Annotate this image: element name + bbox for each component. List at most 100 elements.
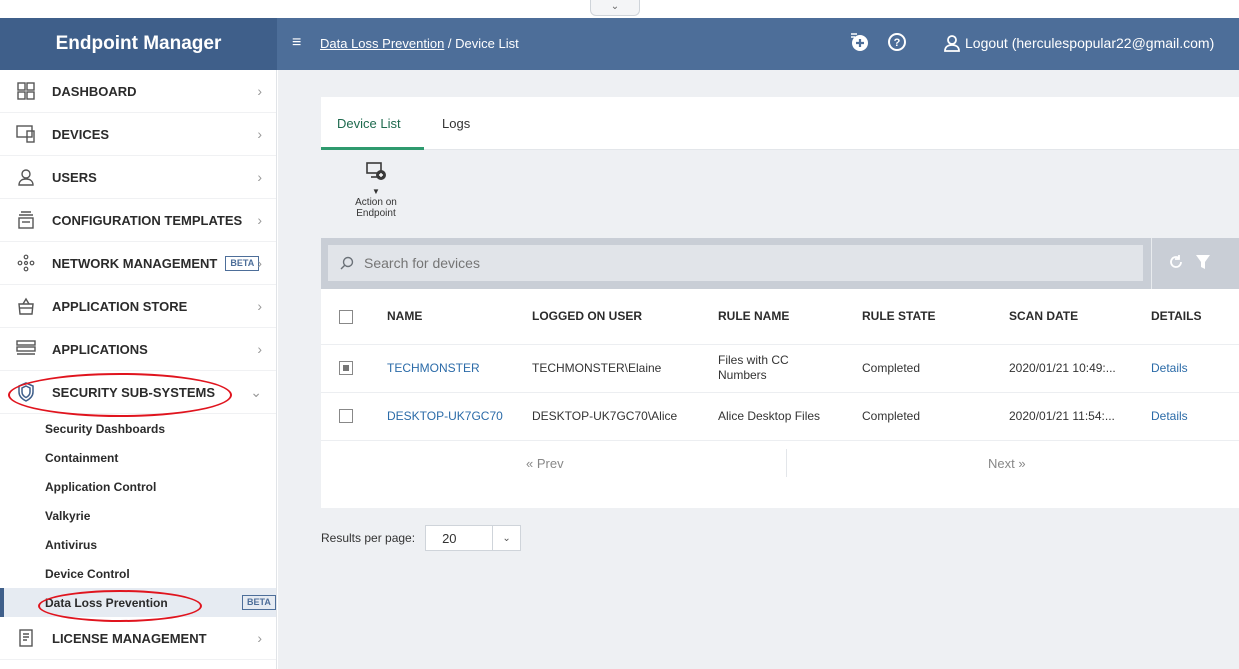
templates-icon: [16, 210, 36, 230]
sidebar-item-label: DASHBOARD: [52, 83, 137, 99]
sidebar-item-label: LICENSE MANAGEMENT: [52, 630, 207, 646]
chevron-right-icon: ›: [257, 169, 262, 185]
subitem-label: Antivirus: [45, 537, 98, 552]
results-per-page-select[interactable]: 20 ⌄: [425, 525, 522, 551]
sidebar-item-label: USERS: [52, 169, 97, 185]
chevron-right-icon: ›: [257, 83, 262, 99]
sidebar-item-application-store[interactable]: APPLICATION STORE ›: [0, 285, 276, 328]
sidebar-subitem-data-loss-prevention[interactable]: Data Loss Prevention BETA: [0, 588, 276, 617]
sidebar-item-label: APPLICATIONS: [52, 341, 148, 357]
sidebar-subitem-security-dashboards[interactable]: Security Dashboards: [0, 414, 276, 443]
add-icon[interactable]: [848, 31, 870, 53]
chevron-right-icon: ›: [257, 298, 262, 314]
column-header-logged-on-user[interactable]: LOGGED ON USER: [532, 289, 718, 345]
details-link[interactable]: Details: [1151, 392, 1239, 441]
header: Endpoint Manager ≡ Data Loss Prevention …: [0, 18, 1239, 70]
sidebar-item-network-management[interactable]: NETWORK MANAGEMENT BETA ›: [0, 242, 276, 285]
breadcrumb-link[interactable]: Data Loss Prevention: [320, 36, 444, 51]
column-header-rule-name[interactable]: RULE NAME: [718, 289, 862, 345]
subitem-label: Security Dashboards: [45, 421, 166, 436]
column-header-name[interactable]: NAME: [387, 289, 532, 345]
sidebar-subitem-device-control[interactable]: Device Control: [0, 559, 276, 588]
chevron-right-icon: ›: [257, 212, 262, 228]
results-per-page-value: 20: [442, 530, 457, 546]
logout-button[interactable]: Logout (herculespopular22@gmail.com): [943, 34, 1214, 52]
sidebar: DASHBOARD › DEVICES › USERS › CONFIGURAT…: [0, 70, 277, 669]
chevron-right-icon: ›: [257, 126, 262, 142]
sidebar-item-label: APPLICATION STORE: [52, 298, 188, 314]
sidebar-item-license-management[interactable]: LICENSE MANAGEMENT ›: [0, 617, 276, 660]
sidebar-item-devices[interactable]: DEVICES ›: [0, 113, 276, 156]
sidebar-subitem-antivirus[interactable]: Antivirus: [0, 530, 276, 559]
search-box: [328, 245, 1143, 281]
main-content: Device List Logs ▼ Action on Endpoint Se…: [278, 70, 1239, 669]
pager-divider: [786, 448, 787, 477]
rule-name-text: Files with CC Numbers: [718, 353, 789, 382]
column-header-scan-date[interactable]: SCAN DATE: [1009, 289, 1151, 345]
select-all-checkbox[interactable]: [339, 309, 353, 324]
user-icon: [16, 167, 36, 187]
details-link[interactable]: Details: [1151, 344, 1239, 393]
column-header-details[interactable]: DETAILS: [1151, 289, 1239, 345]
sidebar-item-users[interactable]: USERS ›: [0, 156, 276, 199]
table-row[interactable]: DESKTOP-UK7GC70 DESKTOP-UK7GC70\Alice Al…: [321, 392, 1239, 441]
header-icons: ?: [848, 31, 908, 53]
next-page-button[interactable]: Next »: [988, 456, 1026, 471]
store-icon: [16, 296, 36, 316]
license-icon: [16, 628, 36, 648]
endpoint-action-icon: [366, 162, 386, 180]
subitem-label: Device Control: [45, 566, 130, 581]
tab-device-list[interactable]: Device List: [337, 116, 401, 131]
sidebar-item-label: SECURITY SUB-SYSTEMS: [52, 384, 216, 400]
chevron-right-icon: ›: [257, 630, 262, 646]
action-label-line1: Action on: [355, 197, 397, 208]
refresh-icon[interactable]: [1168, 254, 1184, 273]
dashboard-icon: [16, 81, 36, 101]
beta-badge: BETA: [242, 595, 276, 610]
table-row[interactable]: TECHMONSTER TECHMONSTER\Elaine Files wit…: [321, 344, 1239, 393]
user-icon: [944, 35, 960, 52]
device-name-link[interactable]: DESKTOP-UK7GC70: [387, 392, 532, 441]
sidebar-item-applications[interactable]: APPLICATIONS ›: [0, 328, 276, 371]
sidebar-item-configuration-templates[interactable]: CONFIGURATION TEMPLATES ›: [0, 199, 276, 242]
rule-state: Completed: [862, 392, 1009, 441]
network-icon: [16, 253, 36, 273]
search-input[interactable]: [364, 255, 1064, 271]
dropdown-caret-icon: ▼: [372, 187, 380, 196]
sidebar-item-label: NETWORK MANAGEMENT: [52, 255, 218, 271]
device-table: NAME LOGGED ON USER RULE NAME RULE STATE…: [321, 289, 1239, 441]
search-row: [321, 238, 1239, 289]
search-tools: [1151, 238, 1210, 289]
filter-icon[interactable]: [1196, 254, 1210, 273]
sidebar-item-label: CONFIGURATION TEMPLATES: [52, 212, 243, 228]
chevron-right-icon: ›: [257, 255, 262, 271]
rule-state: Completed: [862, 344, 1009, 393]
collapse-toggle[interactable]: ⌄: [590, 0, 640, 16]
sidebar-subitem-containment[interactable]: Containment: [0, 443, 276, 472]
subitem-label: Data Loss Prevention: [45, 595, 168, 610]
device-name-link[interactable]: TECHMONSTER: [387, 344, 532, 393]
chevron-down-icon: ⌄: [250, 383, 262, 400]
beta-badge: BETA: [225, 255, 260, 271]
logged-on-user: DESKTOP-UK7GC70\Alice: [532, 392, 718, 441]
search-icon: [340, 256, 354, 270]
row-checkbox[interactable]: [339, 361, 353, 376]
action-bar: ▼ Action on Endpoint: [321, 150, 1239, 238]
prev-page-button[interactable]: « Prev: [526, 456, 564, 471]
hamburger-icon[interactable]: ≡: [292, 35, 301, 51]
devices-icon: [16, 124, 36, 144]
action-on-endpoint-button[interactable]: ▼ Action on Endpoint: [341, 160, 411, 219]
sidebar-subitem-application-control[interactable]: Application Control: [0, 472, 276, 501]
tab-logs[interactable]: Logs: [442, 116, 470, 131]
action-label-line2: Endpoint: [356, 208, 396, 219]
sidebar-item-security-sub-systems[interactable]: SECURITY SUB-SYSTEMS ⌄: [0, 371, 276, 414]
svg-text:?: ?: [894, 37, 901, 49]
row-checkbox[interactable]: [339, 409, 353, 424]
help-icon[interactable]: ?: [886, 31, 908, 53]
sidebar-item-dashboard[interactable]: DASHBOARD ›: [0, 70, 276, 113]
chevron-down-icon: ⌄: [492, 526, 520, 550]
sidebar-subitem-valkyrie[interactable]: Valkyrie: [0, 501, 276, 530]
rule-name: Alice Desktop Files: [718, 392, 862, 441]
subitem-label: Containment: [45, 450, 119, 465]
column-header-rule-state[interactable]: RULE STATE: [862, 289, 1009, 345]
